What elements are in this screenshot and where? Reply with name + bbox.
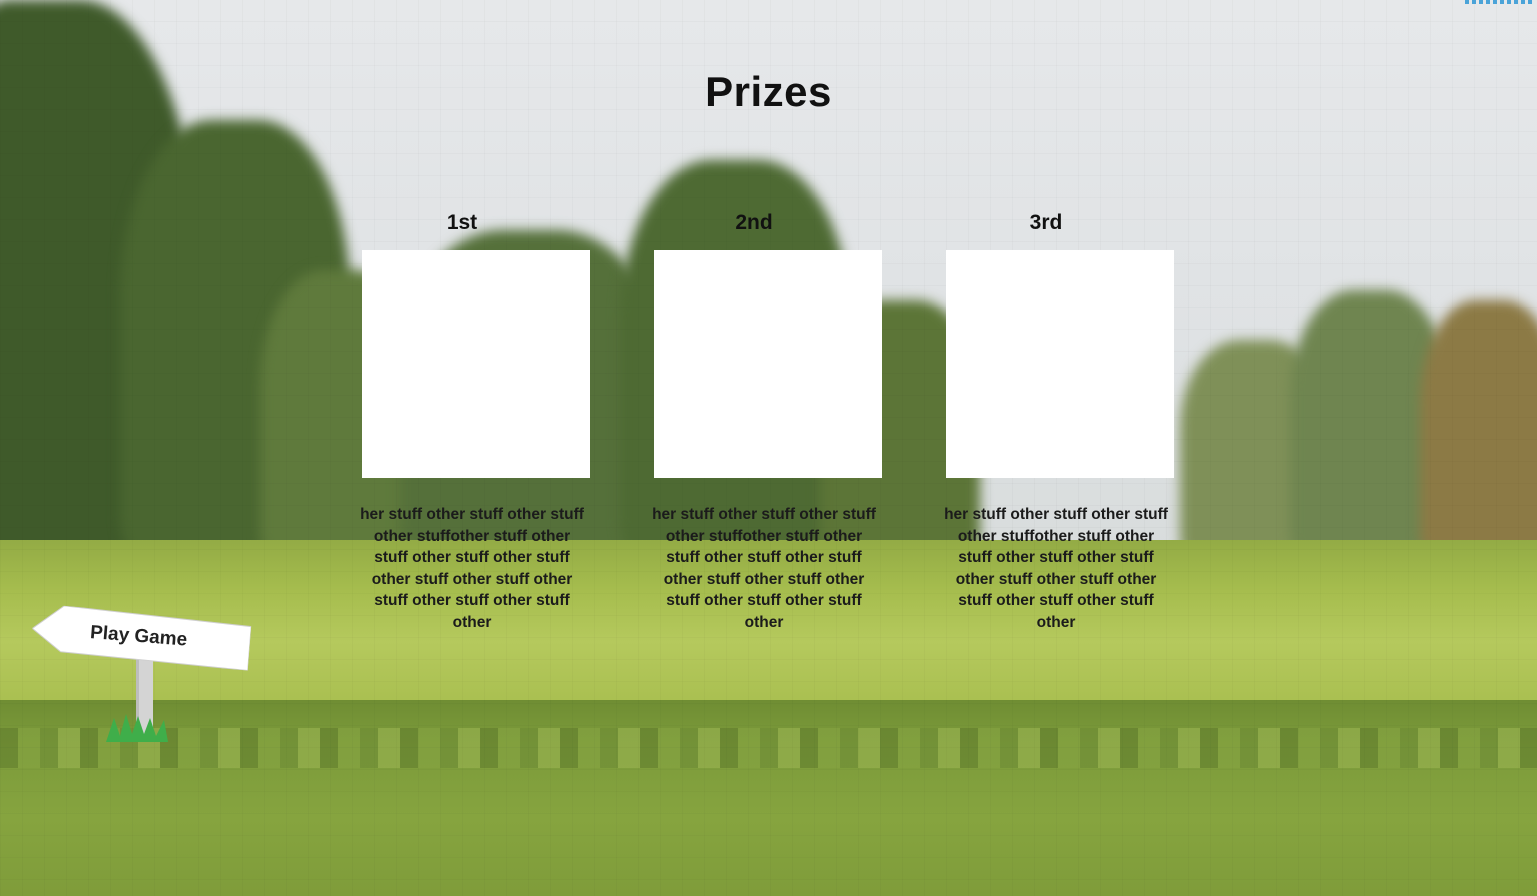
prize-image-placeholder [362,250,590,478]
prize-image-placeholder [654,250,882,478]
prize-description: her stuff other stuff other stuff other … [944,506,1168,631]
page-title: Prizes [705,68,832,115]
prize-first: 1st her stuff other stuff other stuff ot… [360,208,592,633]
prize-third: 3rd her stuff other stuff other stuff ot… [944,208,1176,633]
play-game-sign-button[interactable]: Play Game [31,605,252,742]
prize-description: her stuff other stuff other stuff other … [652,506,876,631]
game-scene: Prizes 1st her stuff other stuff other s… [0,0,1537,896]
prize-rank-label: 2nd [735,211,773,234]
prize-rank-label: 1st [446,211,478,234]
grass-tuft-icon [106,714,168,742]
prize-second: 2nd her stuff other stuff other stuff ot… [652,208,884,633]
sign-arrow-board[interactable]: Play Game [30,604,252,671]
prize-rank-label: 3rd [1029,211,1063,234]
prize-image-placeholder [946,250,1174,478]
corner-indicator [1465,0,1533,4]
prize-description: her stuff other stuff other stuff other … [360,506,584,631]
